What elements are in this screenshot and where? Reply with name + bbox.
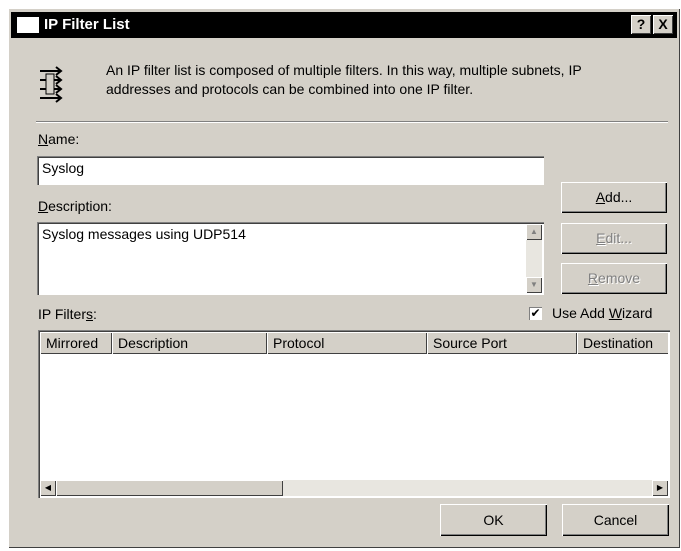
- window-title: IP Filter List: [44, 16, 130, 33]
- window-icon: [17, 17, 39, 33]
- column-header-row: Mirrored Description Protocol Source Por…: [40, 332, 668, 354]
- help-button[interactable]: ?: [631, 15, 651, 34]
- column-header-destination[interactable]: Destination: [577, 332, 668, 354]
- ok-button[interactable]: OK: [440, 504, 547, 536]
- use-add-wizard-label[interactable]: Use Add Wizard: [552, 305, 652, 321]
- remove-button[interactable]: Remove: [561, 263, 667, 294]
- info-text: An IP filter list is composed of multipl…: [106, 62, 582, 97]
- ip-filter-list-dialog: IP Filter List ? X An IP filter list is …: [8, 8, 680, 548]
- ip-filters-list[interactable]: Mirrored Description Protocol Source Por…: [38, 330, 670, 498]
- use-add-wizard-checkbox[interactable]: ✔: [529, 307, 542, 320]
- column-header-protocol[interactable]: Protocol: [267, 332, 427, 354]
- description-label: Description:: [38, 198, 112, 214]
- column-header-mirrored[interactable]: Mirrored: [40, 332, 112, 354]
- edit-button[interactable]: Edit...: [561, 223, 667, 254]
- scroll-right-arrow-icon[interactable]: ▶: [652, 480, 668, 496]
- description-scrollbar[interactable]: ▲ ▼: [526, 224, 542, 293]
- separator: [36, 121, 668, 123]
- ip-filters-label: IP Filters:: [38, 306, 97, 322]
- description-field[interactable]: Syslog messages using UDP514 ▲ ▼: [37, 222, 544, 295]
- column-header-source-port[interactable]: Source Port: [427, 332, 577, 354]
- cancel-button[interactable]: Cancel: [562, 504, 669, 536]
- scroll-thumb[interactable]: [56, 480, 283, 496]
- description-text: Syslog messages using UDP514: [42, 226, 246, 242]
- name-label: Name:: [38, 131, 80, 147]
- column-header-description[interactable]: Description: [112, 332, 267, 354]
- scroll-left-arrow-icon[interactable]: ◀: [40, 480, 56, 496]
- scroll-up-arrow-icon[interactable]: ▲: [526, 224, 542, 240]
- name-field[interactable]: Syslog: [37, 156, 544, 185]
- list-horizontal-scrollbar[interactable]: ◀ ▶: [40, 480, 668, 496]
- close-button[interactable]: X: [653, 15, 673, 34]
- title-bar[interactable]: IP Filter List ? X: [11, 12, 677, 38]
- scroll-down-arrow-icon[interactable]: ▼: [526, 277, 542, 293]
- ip-filter-list-icon: [40, 66, 63, 103]
- add-button[interactable]: Add...: [561, 182, 667, 213]
